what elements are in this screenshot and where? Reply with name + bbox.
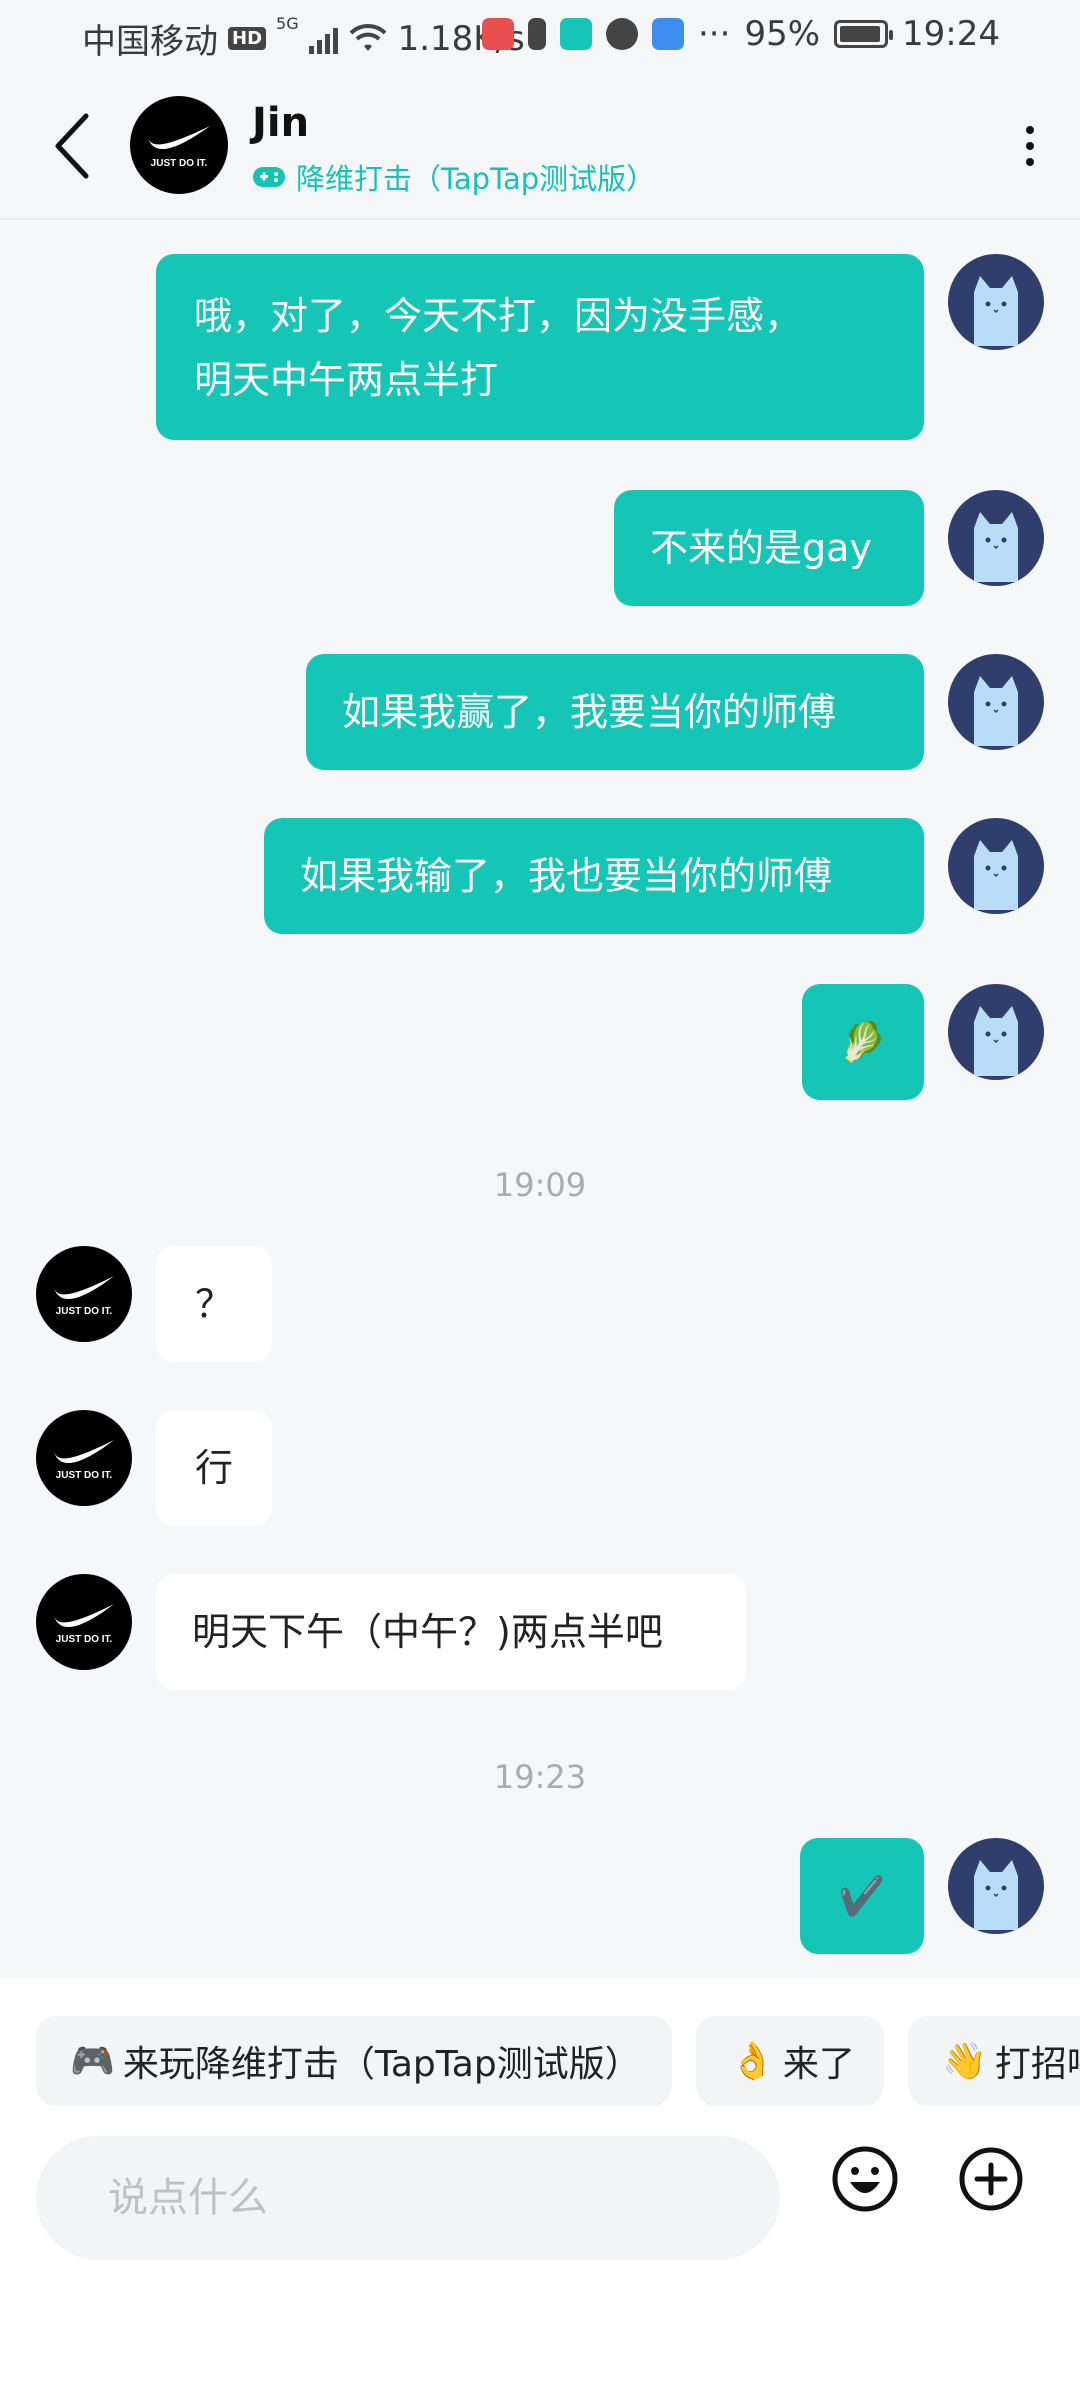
quick-reply-label: 来了 [782, 2044, 855, 2085]
my-avatar[interactable] [948, 654, 1044, 750]
outgoing-message[interactable]: 如果我输了，我也要当你的师傅 [264, 818, 924, 934]
cat-avatar-icon [974, 840, 1018, 910]
hd-icon: HD [228, 27, 267, 50]
ok-hand-emoji-icon: 👌 [730, 2041, 775, 2082]
alert-icon [528, 18, 546, 50]
quick-reply-label: 来玩降维打击（TapTap测试版） [122, 2044, 641, 2085]
cat-avatar-icon [974, 1860, 1018, 1930]
message-list[interactable]: 哦，对了，今天不打，因为没手感， 明天中午两点半打 不来的是gay 如果我赢了，… [0, 220, 1080, 1978]
contact-avatar[interactable]: JUST DO IT. [36, 1246, 132, 1342]
svg-text:JUST DO IT.: JUST DO IT. [56, 1306, 113, 1317]
incoming-message[interactable]: 行 [156, 1410, 272, 1526]
outgoing-message[interactable]: 哦，对了，今天不打，因为没手感， 明天中午两点半打 [156, 254, 924, 440]
cloud-icon [652, 18, 684, 50]
gamepad-emoji-icon: 🎮 [70, 2041, 115, 2082]
my-avatar[interactable] [948, 490, 1044, 586]
status-bar: 中国移动 HD 5G 1.18K/s ··· 95% 19:24 [0, 0, 1080, 72]
message-input[interactable]: 说点什么 [36, 2136, 780, 2260]
nike-logo-icon: JUST DO IT. [54, 1604, 114, 1645]
chat-screen: 中国移动 HD 5G 1.18K/s ··· 95% 19:24 JUST DO… [0, 0, 1080, 2400]
emoji-icon[interactable] [830, 2144, 900, 2214]
cat-avatar-icon [974, 512, 1018, 582]
contact-name[interactable]: Jin [252, 100, 309, 146]
battery-level-fill [840, 26, 881, 42]
back-arrow-icon[interactable] [50, 108, 94, 184]
game-name: 降维打击（TapTap测试版） [296, 162, 656, 196]
message-timestamp: 19:23 [493, 1758, 587, 1796]
cat-avatar-icon [974, 276, 1018, 346]
network-type-label: 5G [276, 14, 299, 33]
battery-icon [834, 20, 894, 48]
status-right: ··· 95% 19:24 [482, 14, 1000, 54]
incoming-message[interactable]: ？ [156, 1246, 272, 1362]
cat-avatar-icon [974, 1006, 1018, 1076]
chat-header: JUST DO IT. Jin 降维打击（TapTap测试版） [0, 72, 1080, 220]
quick-reply-label: 打招呼 [994, 2044, 1080, 2085]
outgoing-emoji-message[interactable]: ✔️ [800, 1838, 924, 1954]
my-avatar[interactable] [948, 818, 1044, 914]
my-avatar[interactable] [948, 254, 1044, 350]
huawei-appgallery-icon [482, 18, 514, 50]
signal-icon [308, 24, 338, 54]
contact-avatar[interactable]: JUST DO IT. [36, 1410, 132, 1506]
status-left: 中国移动 HD 5G 1.18K/s [82, 14, 525, 63]
quick-reply-greet[interactable]: 👋 打招呼 [908, 2016, 1080, 2106]
svg-text:JUST DO IT.: JUST DO IT. [56, 1470, 113, 1481]
composer-panel: 🎮 来玩降维打击（TapTap测试版） 👌 来了 👋 打招呼 说点什么 [0, 1980, 1080, 2400]
outgoing-message[interactable]: 如果我赢了，我要当你的师傅 [306, 654, 924, 770]
outgoing-message[interactable]: 不来的是gay [614, 490, 924, 606]
more-options-icon[interactable] [1020, 116, 1040, 176]
svg-text:JUST DO IT.: JUST DO IT. [151, 158, 208, 169]
quick-reply-coming[interactable]: 👌 来了 [696, 2016, 884, 2106]
contact-avatar[interactable]: JUST DO IT. [36, 1574, 132, 1670]
my-avatar[interactable] [948, 984, 1044, 1080]
contact-avatar[interactable]: JUST DO IT. [130, 96, 228, 194]
message-icon [606, 18, 638, 50]
waving-hand-emoji-icon: 👋 [942, 2041, 987, 2082]
wifi-icon [349, 23, 387, 51]
my-avatar[interactable] [948, 1838, 1044, 1934]
current-game-label[interactable]: 降维打击（TapTap测试版） [252, 156, 655, 198]
nike-logo-icon: JUST DO IT. [148, 126, 210, 169]
message-line: 哦，对了，今天不打，因为没手感， [194, 294, 803, 338]
cat-avatar-icon [974, 676, 1018, 746]
nike-logo-icon: JUST DO IT. [54, 1440, 114, 1481]
outgoing-emoji-message[interactable]: 🥬 [802, 984, 924, 1100]
svg-text:JUST DO IT.: JUST DO IT. [56, 1634, 113, 1645]
gamepad-icon [253, 167, 285, 187]
nike-logo-icon: JUST DO IT. [54, 1276, 114, 1317]
clock: 19:24 [902, 14, 1000, 54]
add-icon[interactable] [956, 2144, 1026, 2214]
taptap-icon [560, 18, 592, 50]
battery-percent: 95% [744, 14, 821, 54]
message-timestamp: 19:09 [493, 1166, 587, 1204]
more-notifications-icon: ··· [698, 14, 731, 54]
incoming-message[interactable]: 明天下午（中午？)两点半吧 [156, 1574, 746, 1690]
quick-reply-play-game[interactable]: 🎮 来玩降维打击（TapTap测试版） [36, 2016, 672, 2106]
message-line: 明天中午两点半打 [194, 358, 499, 402]
carrier-label: 中国移动 [82, 22, 218, 62]
